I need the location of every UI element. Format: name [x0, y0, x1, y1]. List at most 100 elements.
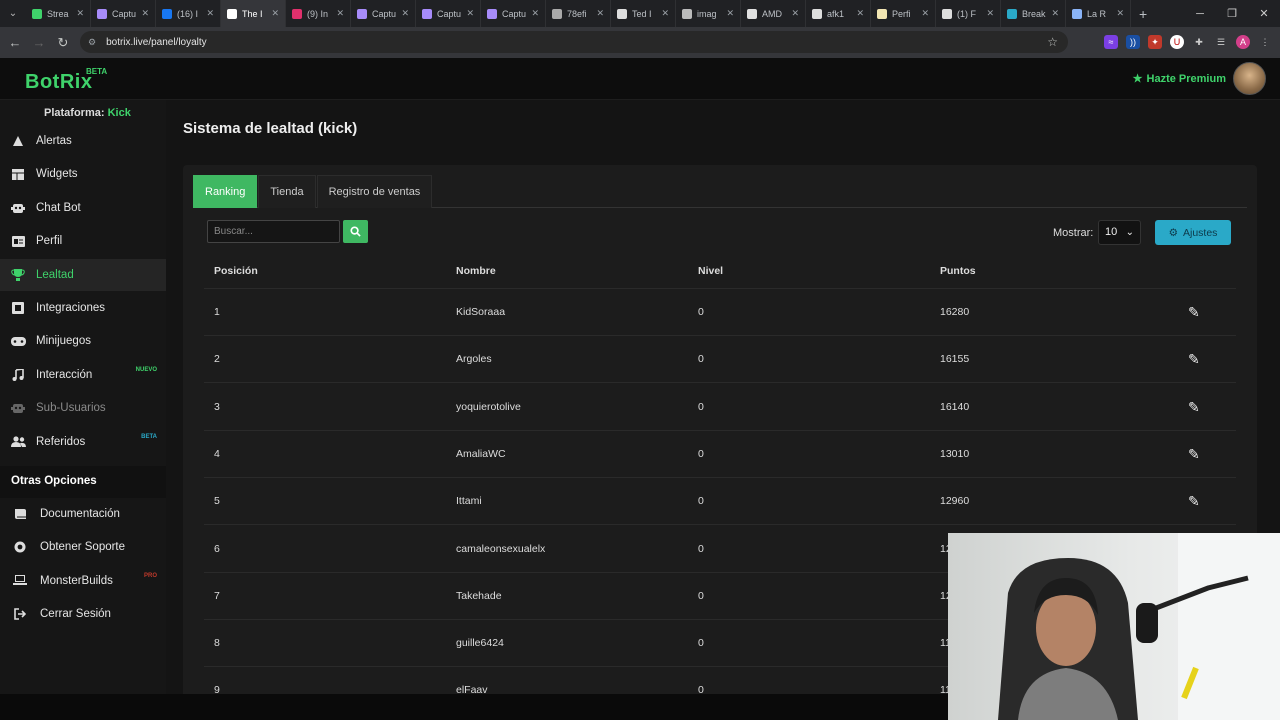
edit-pencil-icon[interactable]: ✎ — [1188, 289, 1200, 336]
browser-tab[interactable]: afk1 ✕ — [806, 0, 871, 27]
browser-tab[interactable]: (9) In ✕ — [286, 0, 351, 27]
browser-tab[interactable]: (16) I ✕ — [156, 0, 221, 27]
edit-pencil-icon[interactable]: ✎ — [1188, 478, 1200, 525]
tab-close-icon[interactable]: ✕ — [726, 8, 734, 19]
position-cell: 8 — [214, 637, 220, 650]
tab-favicon-icon — [32, 8, 42, 19]
back-icon[interactable]: ← — [3, 35, 27, 50]
tab-registro-ventas[interactable]: Registro de ventas — [316, 175, 433, 208]
botrix-logo[interactable]: BotRix — [25, 71, 92, 94]
new-tab-button[interactable]: + — [1139, 6, 1147, 22]
header-name[interactable]: Nombre — [456, 254, 496, 289]
sidebar-item-interacci-n[interactable]: Interacción NUEVO — [0, 359, 166, 391]
sidebar-option-label: Obtener Soporte — [40, 541, 126, 554]
browser-tab[interactable]: AMD ✕ — [741, 0, 806, 27]
sidebar-option-documentaci-n[interactable]: Documentación — [0, 498, 166, 530]
edit-pencil-icon[interactable]: ✎ — [1188, 384, 1200, 431]
header-level[interactable]: Nivel — [698, 254, 723, 289]
position-cell: 6 — [214, 542, 220, 555]
header-position[interactable]: Posición — [214, 254, 258, 289]
sidebar-option-monsterbuilds[interactable]: MonsterBuilds PRO — [0, 565, 166, 597]
sidebar-item-minijuegos[interactable]: Minijuegos — [0, 325, 166, 357]
tab-close-icon[interactable]: ✕ — [1051, 8, 1059, 19]
position-cell: 5 — [214, 495, 220, 508]
browser-tab[interactable]: Captu ✕ — [481, 0, 546, 27]
sidebar-item-widgets[interactable]: Widgets — [0, 158, 166, 190]
forward-icon[interactable]: → — [27, 35, 51, 50]
plug-icon — [0, 302, 36, 314]
tab-close-icon[interactable]: ✕ — [336, 8, 344, 19]
tab-close-icon[interactable]: ✕ — [531, 8, 539, 19]
extension-twitch-icon[interactable]: ≈ — [1104, 35, 1118, 49]
id-card-icon — [0, 235, 36, 247]
tab-close-icon[interactable]: ✕ — [661, 8, 669, 19]
browser-tab[interactable]: La R ✕ — [1066, 0, 1131, 27]
sidebar-item-sub-usuarios[interactable]: Sub-Usuarios — [0, 392, 166, 424]
sidebar-item-chat-bot[interactable]: Chat Bot — [0, 192, 166, 224]
warning-icon — [0, 135, 36, 147]
site-info-icon[interactable]: ⚙ — [88, 37, 96, 48]
reload-icon[interactable]: ↻ — [51, 35, 75, 51]
browser-tab[interactable]: Break ✕ — [1001, 0, 1066, 27]
tab-close-icon[interactable]: ✕ — [76, 8, 84, 19]
browser-tab[interactable]: Captu ✕ — [416, 0, 481, 27]
tab-favicon-icon — [552, 8, 562, 19]
search-input[interactable]: Buscar... — [207, 220, 340, 243]
page-size-select[interactable]: 10 ⌄ — [1098, 220, 1141, 245]
extension-wave-icon[interactable]: )) — [1126, 35, 1140, 49]
extensions-puzzle-icon[interactable]: ✚ — [1192, 35, 1206, 49]
tab-close-icon[interactable]: ✕ — [856, 8, 864, 19]
tab-close-icon[interactable]: ✕ — [401, 8, 409, 19]
tab-ranking[interactable]: Ranking — [193, 175, 258, 208]
extension-ublock-icon[interactable]: U — [1170, 35, 1184, 49]
url-bar[interactable]: ⚙ botrix.live/panel/loyalty ☆ — [80, 31, 1068, 53]
minimize-icon[interactable]: ─ — [1184, 0, 1216, 27]
close-window-icon[interactable]: ✕ — [1248, 0, 1280, 27]
browser-tab[interactable]: Captu ✕ — [91, 0, 156, 27]
book-icon — [0, 508, 40, 520]
tab-close-icon[interactable]: ✕ — [206, 8, 214, 19]
sidebar-item-lealtad[interactable]: Lealtad — [0, 258, 166, 291]
sidebar-item-referidos[interactable]: Referidos BETA — [0, 426, 166, 458]
browser-tab[interactable]: (1) F ✕ — [936, 0, 1001, 27]
header-points[interactable]: Puntos — [940, 254, 976, 289]
browser-tab[interactable]: The I ✕ — [221, 0, 286, 27]
browser-tab[interactable]: Perfi ✕ — [871, 0, 936, 27]
edit-pencil-icon[interactable]: ✎ — [1188, 431, 1200, 478]
browser-tab[interactable]: 78efi ✕ — [546, 0, 611, 27]
premium-link[interactable]: ★ Hazte Premium — [1133, 72, 1226, 86]
browser-tab[interactable]: Ted I ✕ — [611, 0, 676, 27]
browser-tab[interactable]: Strea ✕ — [26, 0, 91, 27]
tab-close-icon[interactable]: ✕ — [271, 8, 279, 19]
user-avatar[interactable] — [1233, 62, 1266, 95]
tab-search-chevron-icon[interactable]: ⌄ — [0, 0, 26, 27]
search-button[interactable] — [343, 220, 368, 243]
sidebar-option-obtener-soporte[interactable]: Obtener Soporte — [0, 531, 166, 563]
sidebar-item-integraciones[interactable]: Integraciones — [0, 292, 166, 324]
sidebar-item-perfil[interactable]: Perfil — [0, 225, 166, 257]
browser-tab[interactable]: imag ✕ — [676, 0, 741, 27]
browser-tab[interactable]: Captu ✕ — [351, 0, 416, 27]
tab-close-icon[interactable]: ✕ — [791, 8, 799, 19]
tab-tienda[interactable]: Tienda — [258, 175, 316, 208]
sidebar-option-cerrar-sesi-n[interactable]: Cerrar Sesión — [0, 598, 166, 630]
bookmark-star-icon[interactable]: ☆ — [1047, 35, 1058, 49]
level-cell: 0 — [698, 589, 704, 602]
tab-close-icon[interactable]: ✕ — [596, 8, 604, 19]
browser-menu-icon[interactable]: ⋮ — [1258, 35, 1272, 49]
tab-close-icon[interactable]: ✕ — [1116, 8, 1124, 19]
sidebar-item-alertas[interactable]: Alertas — [0, 125, 166, 157]
tab-close-icon[interactable]: ✕ — [921, 8, 929, 19]
reading-list-icon[interactable]: ☰ — [1214, 35, 1228, 49]
level-cell: 0 — [698, 637, 704, 650]
edit-pencil-icon[interactable]: ✎ — [1188, 336, 1200, 383]
tab-close-icon[interactable]: ✕ — [141, 8, 149, 19]
sidebar-item-label: Chat Bot — [36, 201, 81, 214]
settings-button[interactable]: ⚙ Ajustes — [1155, 220, 1231, 245]
tab-close-icon[interactable]: ✕ — [986, 8, 994, 19]
restore-icon[interactable]: ❐ — [1216, 0, 1248, 27]
extension-fox-icon[interactable]: ✦ — [1148, 35, 1162, 49]
tab-close-icon[interactable]: ✕ — [466, 8, 474, 19]
position-cell: 4 — [214, 447, 220, 460]
profile-icon[interactable]: A — [1236, 35, 1250, 49]
